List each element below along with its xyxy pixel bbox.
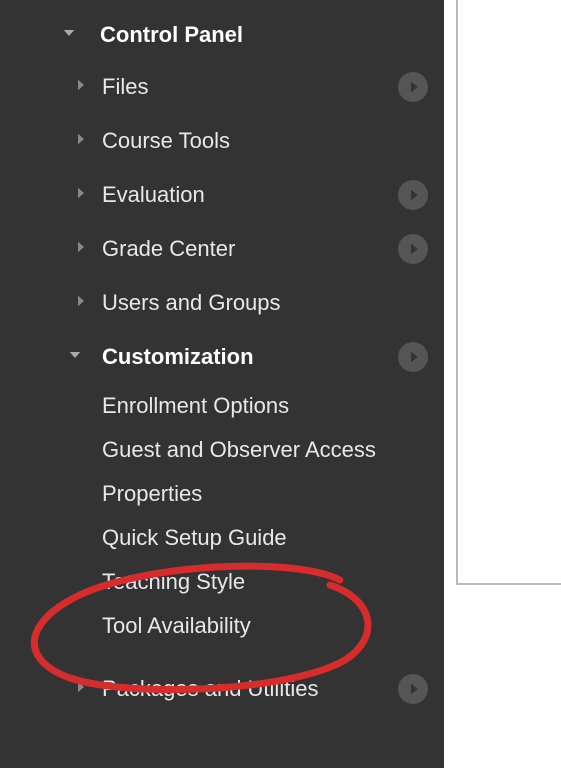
menu-item-packages-utilities[interactable]: Packages and Utilities — [0, 662, 444, 716]
sub-item-label: Quick Setup Guide — [102, 525, 287, 550]
sub-item-label: Teaching Style — [102, 569, 245, 594]
menu-item-label: Files — [102, 74, 148, 100]
arrow-right-circle-icon[interactable] — [398, 180, 428, 210]
sub-item-label: Tool Availability — [102, 613, 251, 638]
menu-item-files[interactable]: Files — [0, 60, 444, 114]
arrow-right-circle-icon[interactable] — [398, 234, 428, 264]
caret-right-icon — [72, 128, 90, 154]
menu-item-label: Evaluation — [102, 182, 205, 208]
caret-right-icon — [72, 74, 90, 100]
right-panel — [456, 0, 561, 585]
menu-item-label: Grade Center — [102, 236, 235, 262]
sub-item-label: Enrollment Options — [102, 393, 289, 418]
sub-item-teaching-style[interactable]: Teaching Style — [0, 560, 444, 604]
arrow-right-circle-icon[interactable] — [398, 674, 428, 704]
sub-item-guest-observer-access[interactable]: Guest and Observer Access — [0, 428, 444, 472]
arrow-right-circle-icon[interactable] — [398, 72, 428, 102]
caret-down-icon — [60, 22, 78, 48]
sub-item-enrollment-options[interactable]: Enrollment Options — [0, 384, 444, 428]
menu-item-users-groups[interactable]: Users and Groups — [0, 276, 444, 330]
menu-item-label: Customization — [102, 344, 254, 370]
control-panel-title: Control Panel — [100, 22, 243, 48]
arrow-right-circle-icon[interactable] — [398, 342, 428, 372]
sub-item-label: Properties — [102, 481, 202, 506]
sub-item-label: Guest and Observer Access — [102, 437, 376, 462]
menu-item-grade-center[interactable]: Grade Center — [0, 222, 444, 276]
caret-right-icon — [72, 182, 90, 208]
menu-item-evaluation[interactable]: Evaluation — [0, 168, 444, 222]
menu-item-label: Course Tools — [102, 128, 230, 154]
caret-right-icon — [72, 676, 90, 702]
caret-right-icon — [72, 236, 90, 262]
control-panel-sidebar: Control Panel Files Course Tools Evaluat… — [0, 0, 444, 768]
control-panel-header[interactable]: Control Panel — [0, 10, 444, 60]
menu-item-course-tools[interactable]: Course Tools — [0, 114, 444, 168]
sub-item-tool-availability[interactable]: Tool Availability — [0, 604, 444, 648]
caret-right-icon — [72, 290, 90, 316]
sub-item-quick-setup-guide[interactable]: Quick Setup Guide — [0, 516, 444, 560]
sub-item-properties[interactable]: Properties — [0, 472, 444, 516]
caret-down-icon — [66, 344, 84, 370]
menu-item-customization[interactable]: Customization — [0, 330, 444, 384]
menu-item-label: Users and Groups — [102, 290, 281, 316]
menu-item-label: Packages and Utilities — [102, 676, 318, 702]
